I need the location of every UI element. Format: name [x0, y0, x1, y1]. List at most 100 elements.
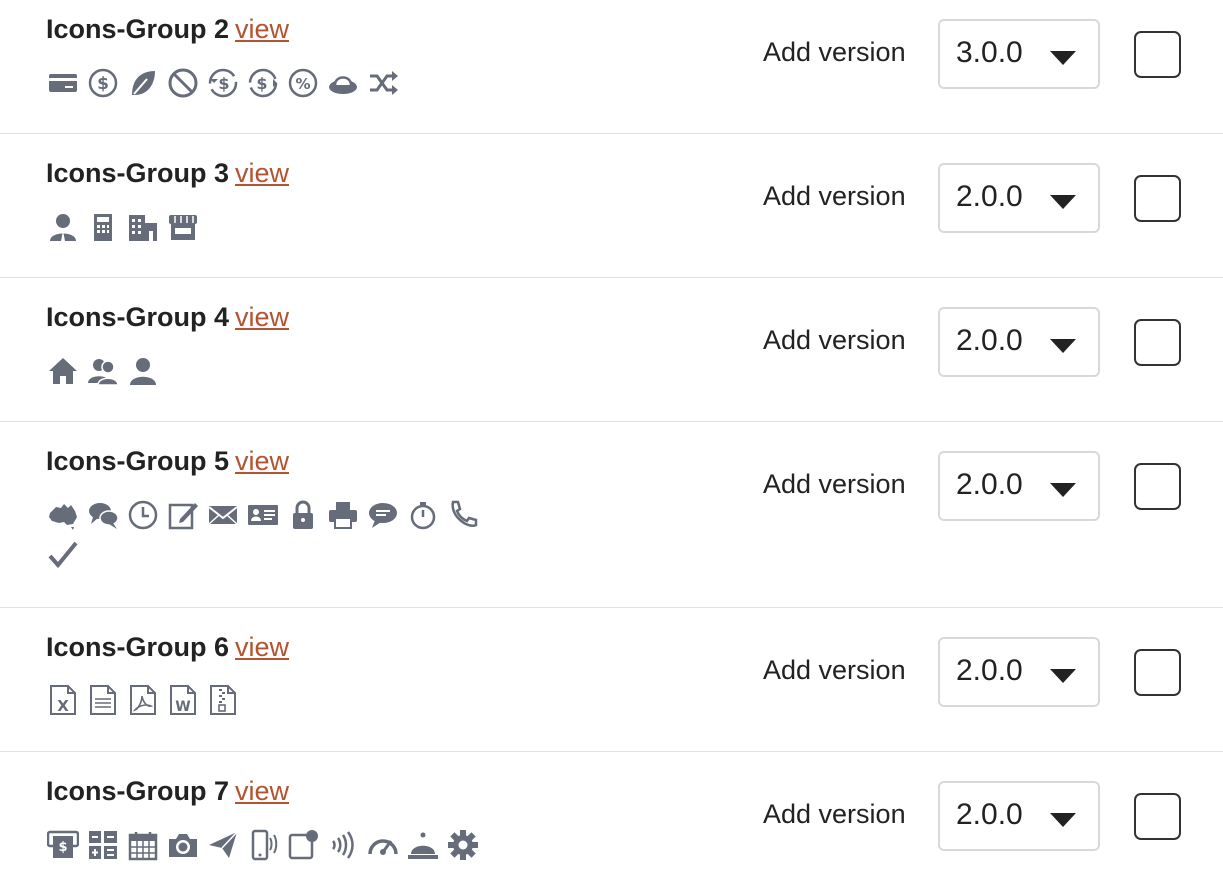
view-link[interactable]: view: [235, 446, 289, 476]
caret-down-icon: [1050, 813, 1076, 827]
row-divider: [0, 277, 1223, 278]
stopwatch-icon: [403, 495, 443, 535]
pdf-file-icon: [123, 680, 163, 720]
version-select-value: 2.0.0: [956, 654, 1023, 687]
add-version-label: Add version: [763, 37, 906, 67]
group-icons: [43, 495, 493, 575]
add-version-label: Add version: [763, 799, 906, 829]
group-title-text: Icons-Group 6: [46, 632, 230, 662]
row-divider: [0, 133, 1223, 134]
version-select[interactable]: 2.0.0: [938, 781, 1100, 851]
svg-text:X: X: [57, 697, 69, 715]
group-title: Icons-Group 6 view: [46, 632, 289, 663]
view-link[interactable]: view: [235, 632, 289, 662]
word-file-icon: W: [163, 680, 203, 720]
version-select[interactable]: 3.0.0: [938, 19, 1100, 89]
version-select[interactable]: 2.0.0: [938, 163, 1100, 233]
version-select-value: 2.0.0: [956, 798, 1023, 831]
calendar-icon: [123, 825, 163, 865]
svg-text:$: $: [218, 74, 229, 93]
group-title-text: Icons-Group 2: [46, 14, 230, 44]
group-icons: XW: [43, 680, 493, 720]
excel-file-icon: X: [43, 680, 83, 720]
version-select[interactable]: 2.0.0: [938, 637, 1100, 707]
version-select[interactable]: 2.0.0: [938, 307, 1100, 377]
business-person-icon: [43, 207, 83, 247]
group-title-text: Icons-Group 7: [46, 776, 230, 806]
select-group-checkbox[interactable]: [1134, 319, 1181, 366]
calculator-building-icon: [83, 207, 123, 247]
phone-icon: [443, 495, 483, 535]
zip-file-icon: [203, 680, 243, 720]
users-icon: [83, 351, 123, 391]
version-select-value: 2.0.0: [956, 180, 1023, 213]
percent-icon: %: [283, 63, 323, 103]
atm-icon: $: [43, 825, 83, 865]
group-icons: [43, 351, 493, 391]
group-icons: $: [43, 825, 493, 865]
svg-text:$: $: [97, 74, 109, 94]
chat-bubbles-icon: [83, 495, 123, 535]
group-title-text: Icons-Group 4: [46, 302, 230, 332]
caret-down-icon: [1050, 51, 1076, 65]
speech-bubble-icon: [363, 495, 403, 535]
camera-icon: [163, 825, 203, 865]
group-title: Icons-Group 5 view: [46, 446, 289, 477]
home-icon: [43, 351, 83, 391]
group-title-text: Icons-Group 3: [46, 158, 230, 188]
checkmark-icon: [43, 535, 83, 575]
dollar-coin-icon: $: [83, 63, 123, 103]
office-building-icon: [123, 207, 163, 247]
row-divider: [0, 421, 1223, 422]
leaf-icon: [123, 63, 163, 103]
svg-text:W: W: [175, 699, 190, 715]
view-link[interactable]: view: [235, 302, 289, 332]
view-link[interactable]: view: [235, 14, 289, 44]
group-title: Icons-Group 2 view: [46, 14, 289, 45]
svg-text:$: $: [256, 74, 267, 93]
id-card-icon: [243, 495, 283, 535]
select-group-checkbox[interactable]: [1134, 31, 1181, 78]
text-file-icon: [83, 680, 123, 720]
dollar-arrows-icon: $: [243, 63, 283, 103]
paper-plane-icon: [203, 825, 243, 865]
row-divider: [0, 607, 1223, 608]
group-title: Icons-Group 4 view: [46, 302, 289, 333]
version-select[interactable]: 2.0.0: [938, 451, 1100, 521]
select-group-checkbox[interactable]: [1134, 463, 1181, 510]
svg-text:$: $: [58, 840, 67, 855]
notification-icon: [283, 825, 323, 865]
svg-text:%: %: [295, 75, 310, 93]
credit-card-icon: [43, 63, 83, 103]
user-icon: [123, 351, 163, 391]
add-version-label: Add version: [763, 325, 906, 355]
ban-icon: [163, 63, 203, 103]
view-link[interactable]: view: [235, 776, 289, 806]
contactless-icon: [323, 825, 363, 865]
group-title-text: Icons-Group 5: [46, 446, 230, 476]
select-group-checkbox[interactable]: [1134, 649, 1181, 696]
version-select-value: 2.0.0: [956, 468, 1023, 501]
service-bell-icon: [403, 825, 443, 865]
caret-down-icon: [1050, 669, 1076, 683]
storefront-icon: [163, 207, 203, 247]
add-version-label: Add version: [763, 655, 906, 685]
shuffle-icon: [363, 63, 403, 103]
dollar-refresh-icon: $: [203, 63, 243, 103]
edit-note-icon: [163, 495, 203, 535]
add-version-label: Add version: [763, 469, 906, 499]
printer-icon: [323, 495, 363, 535]
caret-down-icon: [1050, 483, 1076, 497]
caret-down-icon: [1050, 339, 1076, 353]
mobile-vibrate-icon: [243, 825, 283, 865]
version-select-value: 2.0.0: [956, 324, 1023, 357]
calculator-icon: [83, 825, 123, 865]
group-icons: $ $ $%: [43, 63, 493, 103]
select-group-checkbox[interactable]: [1134, 175, 1181, 222]
select-group-checkbox[interactable]: [1134, 793, 1181, 840]
gear-icon: [443, 825, 483, 865]
view-link[interactable]: view: [235, 158, 289, 188]
envelope-icon: [203, 495, 243, 535]
add-version-label: Add version: [763, 181, 906, 211]
piggy-bank-icon: [323, 63, 363, 103]
